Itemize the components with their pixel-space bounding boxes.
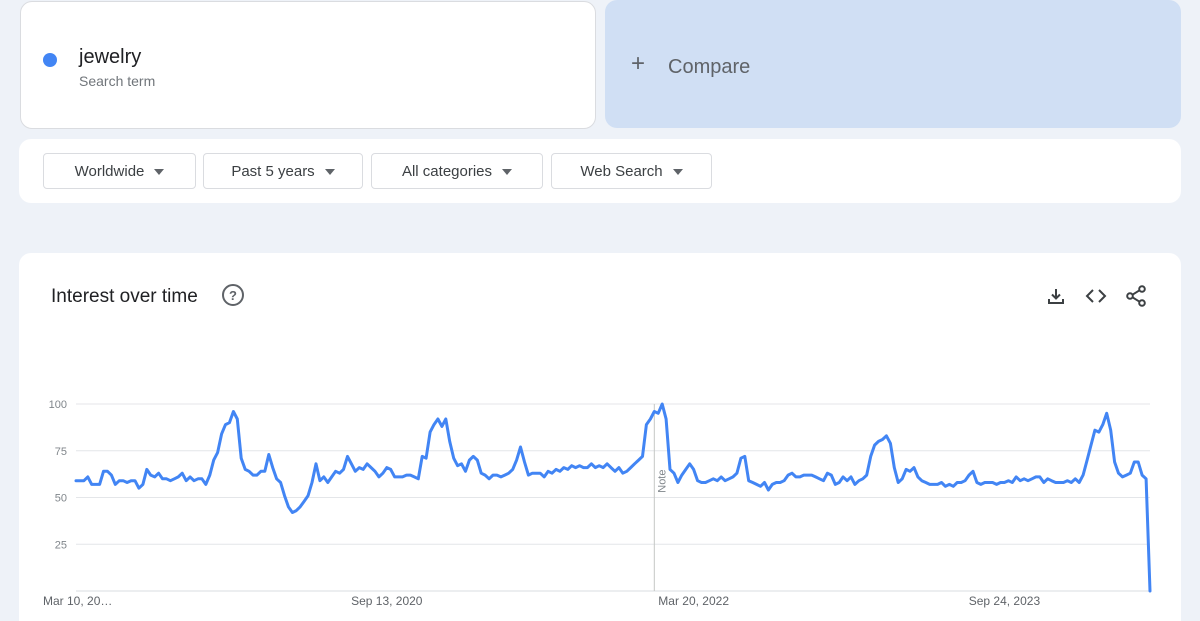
compare-label: Compare [668, 56, 751, 78]
time-range-filter-label: Past 5 years [231, 162, 315, 180]
x-tick-label: Mar 20, 2022 [658, 594, 729, 608]
region-filter-label: Worldwide [74, 162, 145, 180]
chevron-down-icon [502, 168, 513, 175]
y-tick-label: 25 [55, 539, 67, 551]
search-type-filter-label: Web Search [580, 162, 663, 180]
x-tick-label: Mar 10, 20… [43, 594, 112, 608]
compare-button[interactable]: + Compare [605, 0, 1181, 128]
chevron-down-icon [154, 168, 165, 175]
series-color-dot [43, 53, 57, 67]
note-marker-label: Note [656, 470, 668, 493]
chevron-down-icon [672, 168, 683, 175]
search-term-card[interactable]: jewelry Search term [20, 1, 596, 129]
x-tick-label: Sep 24, 2023 [969, 594, 1041, 608]
search-type-filter-dropdown[interactable]: Web Search [551, 153, 712, 189]
plus-icon: + [631, 50, 646, 77]
time-range-filter-dropdown[interactable]: Past 5 years [203, 153, 363, 189]
region-filter-dropdown[interactable]: Worldwide [43, 153, 196, 189]
y-tick-label: 100 [49, 399, 67, 411]
search-term-subtitle: Search term [79, 73, 156, 89]
y-tick-label: 50 [55, 493, 67, 505]
filter-bar: Worldwide Past 5 years All categories We… [19, 139, 1181, 203]
category-filter-dropdown[interactable]: All categories [371, 153, 543, 189]
chevron-down-icon [324, 168, 335, 175]
interest-line-chart: 25 50 75 100 Note Mar 10, 20… Sep 13, 2020 Mar … [43, 399, 1152, 608]
category-filter-label: All categories [401, 162, 493, 180]
y-tick-label: 75 [55, 446, 67, 458]
interest-over-time-card: Interest over time ? 25 50 75 100 Note Mar 10… [19, 253, 1181, 621]
search-term-name[interactable]: jewelry [79, 46, 141, 69]
x-tick-label: Sep 13, 2020 [351, 594, 423, 608]
